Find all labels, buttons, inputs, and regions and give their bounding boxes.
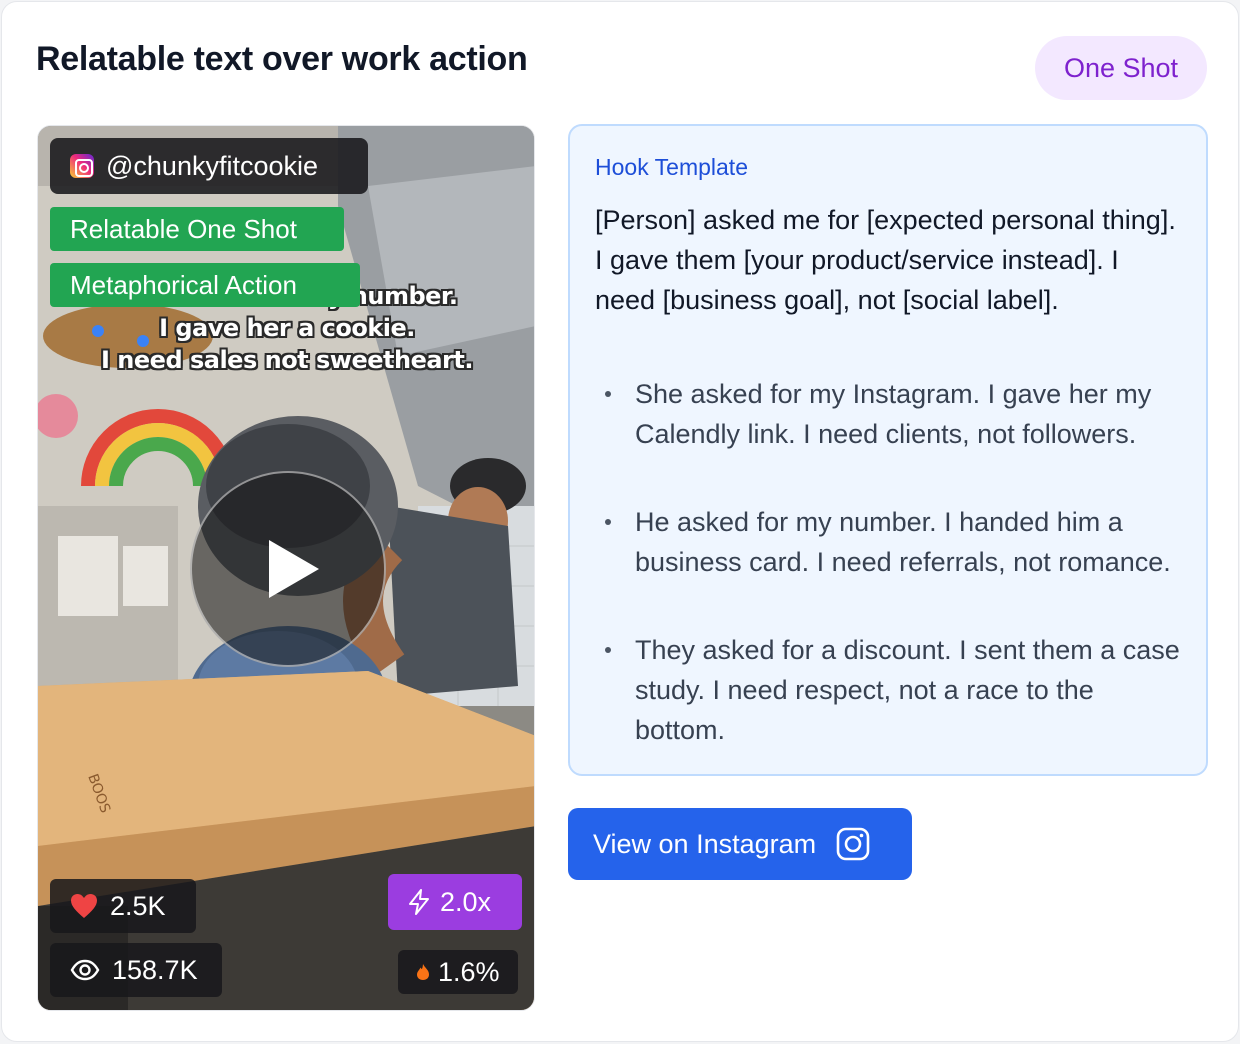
flame-icon bbox=[417, 964, 429, 980]
post-card: Relatable text over work action One Shot bbox=[1, 1, 1239, 1042]
eye-icon bbox=[70, 959, 100, 981]
hook-example: They asked for a discount. I sent them a… bbox=[605, 630, 1190, 750]
format-tag: Relatable One Shot bbox=[50, 207, 344, 251]
play-button[interactable] bbox=[190, 471, 386, 667]
hook-example: She asked for my Instagram. I gave her m… bbox=[605, 374, 1190, 454]
views-stat: 158.7K bbox=[50, 943, 222, 997]
type-badge: One Shot bbox=[1035, 36, 1207, 100]
views-count: 158.7K bbox=[112, 954, 198, 985]
likes-count: 2.5K bbox=[110, 890, 166, 921]
view-on-instagram-button[interactable]: View on Instagram bbox=[568, 808, 912, 880]
hook-template-text: [Person] asked me for [expected personal… bbox=[595, 205, 1176, 315]
heart-icon bbox=[71, 894, 97, 918]
performance-ratio: 2.0x bbox=[440, 886, 492, 917]
format-tag: Metaphorical Action bbox=[50, 263, 360, 307]
hook-example: He asked for my number. I handed him a b… bbox=[605, 502, 1190, 582]
instagram-icon bbox=[836, 827, 870, 861]
play-icon bbox=[269, 540, 319, 598]
caption-line: I gave her a cookie. bbox=[159, 314, 415, 342]
hook-template-panel: Hook Template [Person] asked me for [exp… bbox=[568, 124, 1208, 776]
creator-handle[interactable]: @chunkyfitcookie bbox=[50, 138, 368, 194]
creator-handle-text: @chunkyfitcookie bbox=[106, 150, 319, 181]
performance-ratio-badge: 2.0x bbox=[388, 874, 522, 930]
lightning-icon bbox=[409, 889, 429, 915]
caption-line: I need sales not sweetheart. bbox=[101, 346, 473, 374]
engagement-rate: 1.6% bbox=[438, 956, 500, 987]
engagement-rate-badge: 1.6% bbox=[398, 950, 518, 994]
view-on-instagram-label: View on Instagram bbox=[593, 828, 817, 859]
card-title: Relatable text over work action bbox=[36, 40, 528, 78]
likes-stat: 2.5K bbox=[50, 879, 196, 933]
hook-template-label: Hook Template bbox=[595, 154, 748, 180]
instagram-icon bbox=[70, 154, 94, 178]
video-thumbnail[interactable]: BOOS She asked for my number. I gave her… bbox=[37, 125, 535, 1011]
